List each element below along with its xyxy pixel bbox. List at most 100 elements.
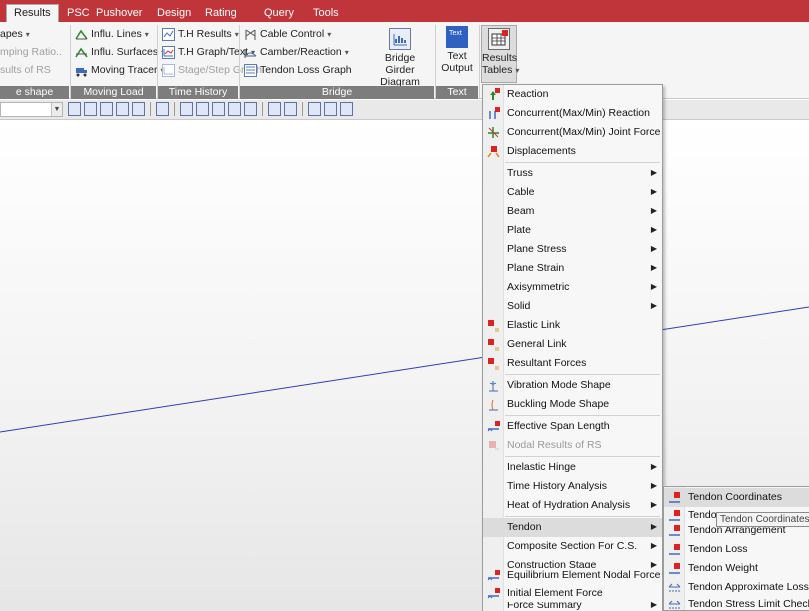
- menu-item-buckling-mode-shape[interactable]: Buckling Mode Shape: [483, 395, 662, 414]
- influ-surfaces-label: Influ. Surfaces: [91, 46, 159, 58]
- shrink-icon[interactable]: [228, 102, 241, 116]
- menu-label: Cable: [507, 186, 535, 198]
- results-tables-button[interactable]: Results Tables ▾: [481, 25, 519, 83]
- menu-label: Vibration Mode Shape: [507, 379, 611, 391]
- tab-query[interactable]: Query: [264, 5, 294, 22]
- menu-item-heat-of-hydration[interactable]: Heat of Hydration Analysis ▶: [483, 496, 662, 515]
- submenu-item-tendon-loss[interactable]: Tendon Loss: [664, 540, 809, 559]
- menu-item-plate[interactable]: Plate ▶: [483, 221, 662, 240]
- reaction-icon: [487, 88, 500, 101]
- tab-design[interactable]: Design: [157, 5, 191, 22]
- text-output-button[interactable]: Text Text Output: [440, 26, 474, 74]
- element-number-icon[interactable]: [284, 102, 297, 116]
- cable-control-dropdown[interactable]: Cable Control ▾: [244, 26, 331, 42]
- th-results-dropdown[interactable]: T.H Results ▾: [162, 26, 239, 42]
- menu-label: Axisymmetric: [507, 281, 570, 293]
- lock-icon[interactable]: [324, 102, 337, 116]
- pan-icon[interactable]: [100, 102, 113, 116]
- menu-item-general-link[interactable]: General Link: [483, 335, 662, 354]
- menu-label: Composite Section For C.S.: [507, 540, 638, 552]
- menu-item-inelastic-hinge[interactable]: Inelastic Hinge ▶: [483, 458, 662, 477]
- group-label-bridge: Bridge: [240, 86, 434, 99]
- menu-item-plane-stress[interactable]: Plane Stress ▶: [483, 240, 662, 259]
- menu-label: Elastic Link: [507, 319, 561, 331]
- submenu-item-tendon-coordinates[interactable]: Tendon Coordinates: [664, 488, 809, 507]
- submenu-arrow-icon: ▶: [650, 225, 657, 234]
- submenu-arrow-icon: ▶: [650, 263, 657, 272]
- shapes-dropdown[interactable]: apes ▾: [0, 26, 30, 42]
- chevron-down-icon[interactable]: ▼: [51, 103, 62, 116]
- menu-item-equilibrium-element-nodal-force[interactable]: Equilibrium Element Nodal Force: [483, 566, 662, 585]
- menu-item-displacements[interactable]: Displacements: [483, 142, 662, 161]
- element-icon[interactable]: [196, 102, 209, 116]
- results-tables-label-2: Tables: [482, 64, 513, 76]
- menu-divider: [505, 516, 660, 517]
- copy-icon[interactable]: [308, 102, 321, 116]
- front-view-icon[interactable]: [116, 102, 129, 116]
- results-of-rs-button[interactable]: sults of RS: [0, 62, 51, 78]
- tab-psc[interactable]: PSC: [67, 5, 90, 22]
- unlock-icon[interactable]: [340, 102, 353, 116]
- menu-item-time-history-analysis[interactable]: Time History Analysis ▶: [483, 477, 662, 496]
- tab-pushover[interactable]: Pushover: [96, 5, 142, 22]
- submenu-item-tendon-stress-limit-check[interactable]: Tendon Stress Limit Check: [664, 595, 809, 611]
- menu-item-cable[interactable]: Cable ▶: [483, 183, 662, 202]
- menu-item-tendon[interactable]: Tendon ▶: [483, 518, 662, 537]
- camber-reaction-label: Camber/Reaction: [260, 46, 342, 58]
- display-icon[interactable]: [244, 102, 257, 116]
- hidden-icon[interactable]: [212, 102, 225, 116]
- zoom-fit-icon[interactable]: [84, 102, 97, 116]
- menu-item-beam[interactable]: Beam ▶: [483, 202, 662, 221]
- menu-label: Reaction: [507, 88, 549, 100]
- menu-label: General Link: [507, 338, 567, 350]
- bridge-girder-diagram-icon: [389, 28, 411, 50]
- influ-lines-dropdown[interactable]: Influ. Lines ▾: [75, 26, 149, 42]
- submenu-arrow-icon: ▶: [650, 244, 657, 253]
- menu-item-composite-section[interactable]: Composite Section For C.S. ▶: [483, 537, 662, 556]
- tab-tools[interactable]: Tools: [313, 5, 339, 22]
- menu-label: Force Summary: [507, 602, 582, 611]
- menu-item-plane-strain[interactable]: Plane Strain ▶: [483, 259, 662, 278]
- menu-item-nodal-results-of-rs[interactable]: Nodal Results of RS: [483, 436, 662, 455]
- menu-item-concurrent-joint-force[interactable]: Concurrent(Max/Min) Joint Force: [483, 123, 662, 142]
- tendon-loss-graph-button[interactable]: Tendon Loss Graph: [244, 62, 352, 78]
- submenu-arrow-icon: ▶: [650, 541, 657, 550]
- menu-item-truss[interactable]: Truss ▶: [483, 164, 662, 183]
- nodal-results-rs-icon: [487, 439, 500, 452]
- zoom-window-icon[interactable]: [68, 102, 81, 116]
- menu-item-effective-span-length[interactable]: Effective Span Length: [483, 417, 662, 436]
- damping-ratio-button[interactable]: mping Ratio..: [0, 44, 62, 60]
- displacements-icon: [487, 145, 500, 158]
- tab-rating[interactable]: Rating: [205, 5, 237, 22]
- node-icon[interactable]: [180, 102, 193, 116]
- menu-item-reaction[interactable]: Reaction: [483, 85, 662, 104]
- menu-item-solid[interactable]: Solid ▶: [483, 297, 662, 316]
- menu-item-vibration-mode-shape[interactable]: Vibration Mode Shape: [483, 376, 662, 395]
- th-graph-text-dropdown[interactable]: T.H Graph/Text ▾: [162, 44, 255, 60]
- chevron-down-icon: ▾: [344, 47, 349, 57]
- text-output-icon: Text: [446, 26, 468, 48]
- menu-item-elastic-link[interactable]: Elastic Link: [483, 316, 662, 335]
- toolbar-combo[interactable]: ▼: [0, 102, 63, 117]
- text-output-icon-label: Text: [449, 30, 462, 37]
- node-number-icon[interactable]: [268, 102, 281, 116]
- influ-surfaces-dropdown[interactable]: Influ. Surfaces▾: [75, 44, 165, 60]
- chevron-down-icon: ▾: [25, 29, 30, 39]
- menu-label: Equilibrium Element Nodal Force: [507, 569, 661, 581]
- iso-view-icon[interactable]: [132, 102, 145, 116]
- initial-element-force-icon: [487, 587, 500, 600]
- bridge-girder-diagram-button[interactable]: Bridge Girder Diagram: [372, 28, 428, 88]
- menu-item-initial-element-force[interactable]: Initial Element Force: [483, 584, 662, 603]
- menu-label: Tendon Weight: [688, 562, 758, 574]
- menu-label: Initial Element Force: [507, 587, 603, 599]
- menu-item-axisymmetric[interactable]: Axisymmetric ▶: [483, 278, 662, 297]
- tab-results[interactable]: Results: [6, 4, 59, 23]
- menu-item-concurrent-reaction[interactable]: Concurrent(Max/Min) Reaction: [483, 104, 662, 123]
- moving-tracer-dropdown[interactable]: Moving Tracer▾: [75, 62, 165, 78]
- select-icon[interactable]: [156, 102, 169, 116]
- camber-reaction-dropdown[interactable]: Camber/Reaction ▾: [244, 44, 349, 60]
- menu-item-force-summary[interactable]: Force Summary ▶: [483, 602, 662, 611]
- submenu-item-tendon-weight[interactable]: Tendon Weight: [664, 559, 809, 578]
- vibration-mode-icon: [487, 379, 500, 392]
- menu-item-resultant-forces[interactable]: Resultant Forces: [483, 354, 662, 373]
